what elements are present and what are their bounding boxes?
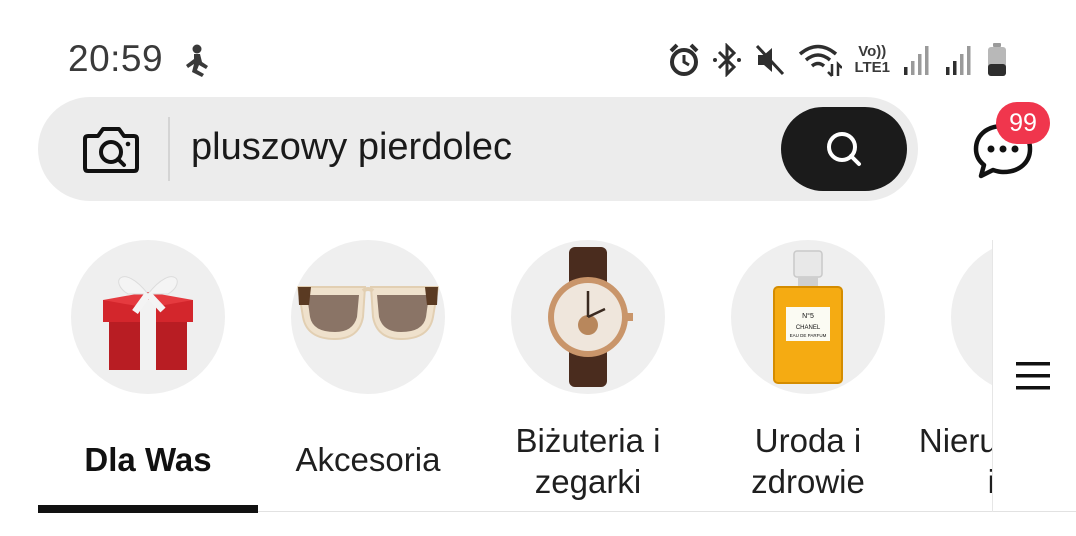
home-icon [951, 240, 993, 394]
camera-icon[interactable] [82, 124, 140, 174]
category-label: Nieruchomości i dom [918, 422, 993, 500]
search-button[interactable] [781, 107, 907, 191]
category-label: Uroda i zdrowie [751, 422, 865, 500]
category-uroda-i-zdrowie[interactable]: N°5 CHANEL EAU DE PARFUM Uroda i zdrowie [698, 240, 918, 518]
category-label: Akcesoria [295, 441, 441, 478]
search-divider [168, 117, 170, 181]
volte-lte-icon: Vo)) LTE1 [854, 43, 890, 76]
bluetooth-icon [713, 43, 742, 77]
status-bar: 20:59 Vo)) LTE1 [0, 0, 1076, 90]
search-bar: pluszowy pierdolec [38, 97, 918, 201]
category-bizuteria-i-zegarki[interactable]: Biżuteria i zegarki [478, 240, 698, 518]
category-dla-was[interactable]: Dla Was [38, 240, 258, 518]
category-nieruchomosci[interactable]: Nieruchomości i dom [918, 240, 993, 518]
signal-icon [904, 46, 929, 75]
signal-icon [946, 46, 971, 75]
search-icon [827, 132, 861, 166]
hamburger-menu-icon[interactable] [1012, 356, 1054, 396]
notification-badge: 99 [996, 102, 1050, 144]
watch-icon [511, 240, 665, 394]
category-label: Dla Was [84, 441, 212, 478]
category-label: Biżuteria i zegarki [515, 422, 661, 500]
perfume-icon: N°5 CHANEL EAU DE PARFUM [731, 240, 885, 394]
alarm-icon [670, 43, 699, 76]
perfume-label-number: N°5 [802, 312, 814, 320]
gift-icon [71, 240, 225, 394]
category-akcesoria[interactable]: Akcesoria [258, 240, 478, 518]
category-carousel: Dla Was Akcesoria Biżuteria i zegarki N°… [0, 228, 993, 518]
menu-separator [992, 240, 993, 512]
perfume-label-type: EAU DE PARFUM [790, 333, 827, 338]
fitness-person-icon [186, 44, 208, 77]
tabs-divider [258, 511, 1076, 512]
status-icons: Vo)) LTE1 [668, 40, 1008, 80]
status-time: 20:59 [68, 38, 164, 79]
sunglasses-icon [291, 240, 445, 394]
battery-icon [988, 43, 1006, 76]
perfume-label-brand: CHANEL [796, 325, 821, 331]
wifi-icon [799, 44, 843, 77]
active-tab-indicator [38, 505, 258, 513]
muted-icon [756, 44, 785, 76]
search-input[interactable]: pluszowy pierdolec [191, 126, 512, 169]
